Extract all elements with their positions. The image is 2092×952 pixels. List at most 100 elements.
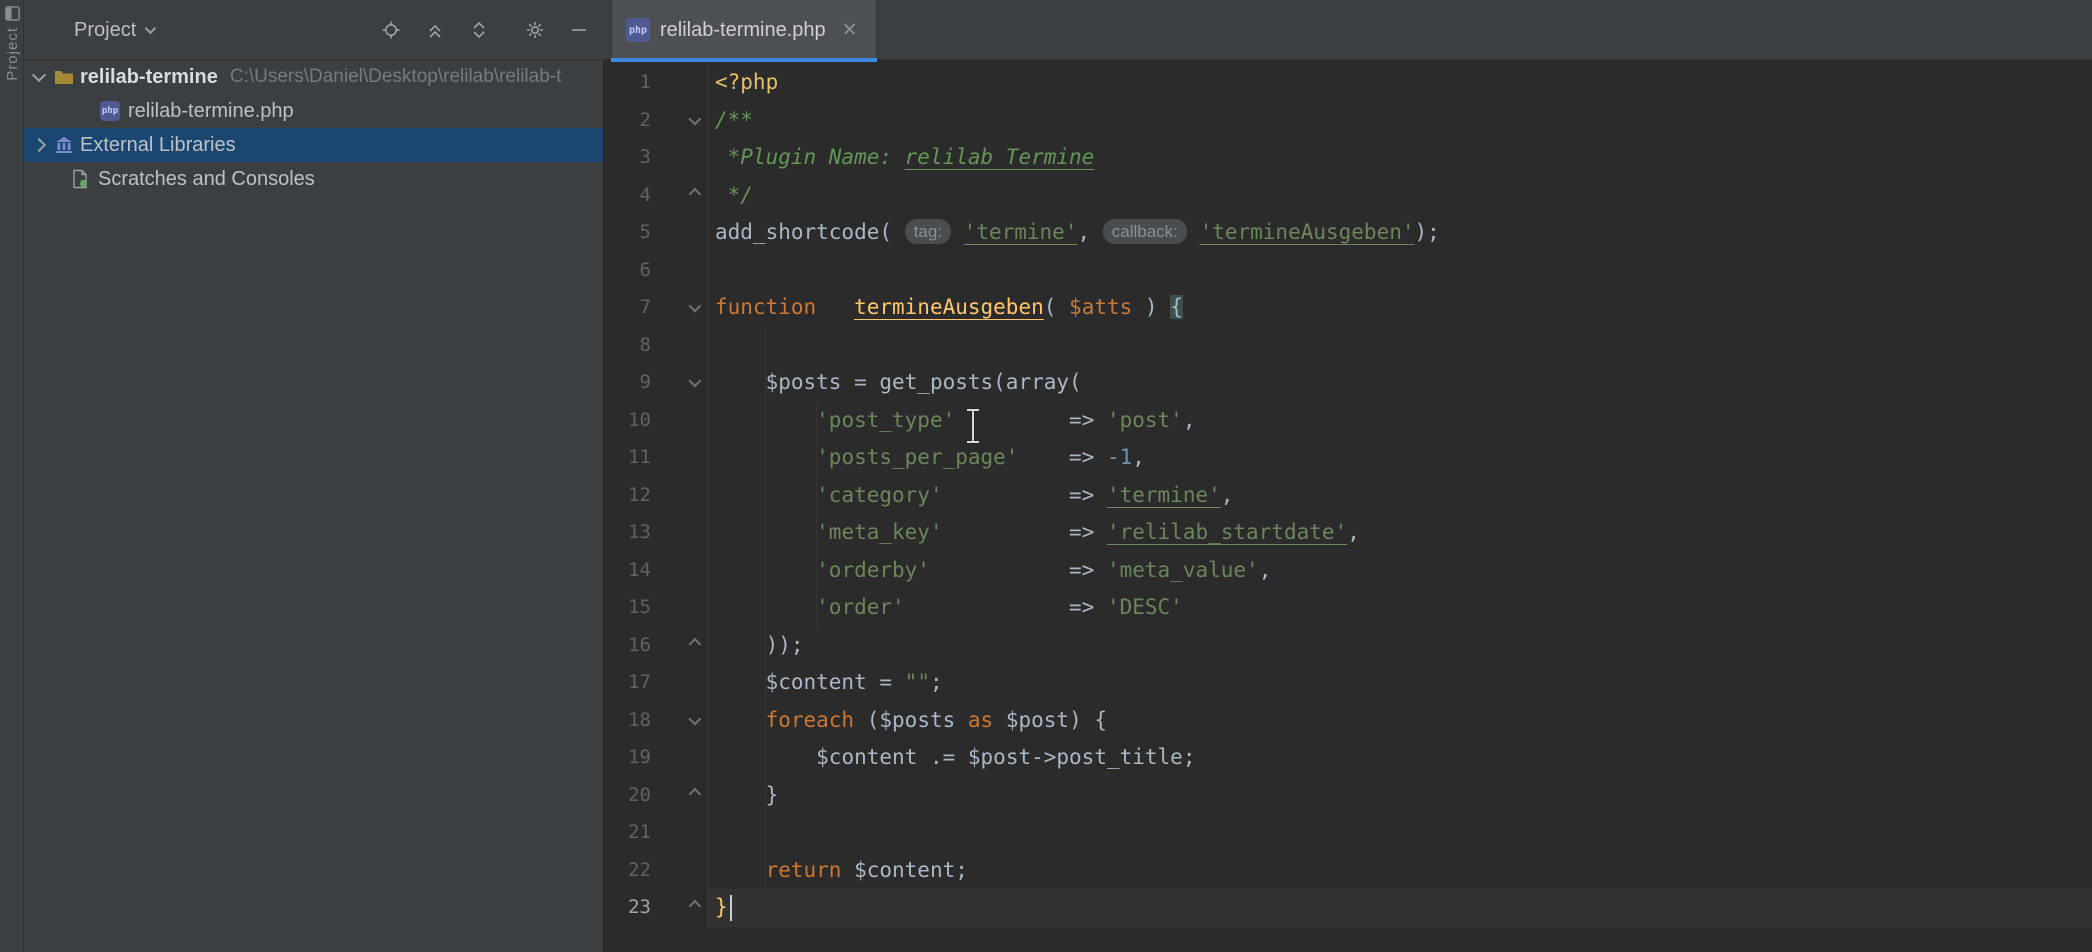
- code-token: [715, 670, 766, 694]
- fold-toggle-icon[interactable]: [651, 116, 707, 125]
- code-line[interactable]: 16 ));: [604, 627, 2092, 665]
- code-line[interactable]: 7function termineAusgeben( $atts ) {: [604, 289, 2092, 327]
- code-line[interactable]: 15 'order' => 'DESC': [604, 589, 2092, 627]
- gutter-cell: 2: [604, 102, 708, 140]
- chevron-collapsed-icon[interactable]: [32, 138, 46, 152]
- code-line[interactable]: 18 foreach ($posts as $post) {: [604, 702, 2092, 740]
- fold-toggle-icon[interactable]: [651, 903, 707, 912]
- code-line[interactable]: 23}: [604, 889, 2092, 927]
- code-token: "": [905, 670, 930, 694]
- code-line[interactable]: 22 return $content;: [604, 852, 2092, 890]
- collapse-all-icon[interactable]: [421, 16, 449, 44]
- code-line[interactable]: 6: [604, 252, 2092, 290]
- code-line[interactable]: 19 $content .= $post->post_title;: [604, 739, 2092, 777]
- code-token: 'relilab_startdate': [1107, 520, 1347, 544]
- code-token: ,: [1221, 483, 1234, 507]
- code-token: [715, 370, 766, 394]
- locate-icon[interactable]: [377, 16, 405, 44]
- chevron-expanded-icon[interactable]: [32, 68, 46, 82]
- gutter-cell: 3: [604, 139, 708, 177]
- mouse-text-cursor: [972, 411, 974, 441]
- line-number: 16: [604, 627, 651, 665]
- code-token: [993, 708, 1006, 732]
- gutter-cell: 8: [604, 327, 708, 365]
- php-file-icon: php: [100, 101, 120, 121]
- line-number: 14: [604, 552, 651, 590]
- code-line[interactable]: 20 }: [604, 777, 2092, 815]
- fold-toggle-icon[interactable]: [651, 191, 707, 200]
- hide-panel-icon[interactable]: [565, 16, 593, 44]
- code-line[interactable]: 5add_shortcode( tag: 'termine', callback…: [604, 214, 2092, 252]
- line-number: 17: [604, 664, 651, 702]
- code-editor[interactable]: 1<?php2/**3 *Plugin Name: relilab Termin…: [603, 60, 2092, 952]
- code-line[interactable]: 12 'category' => 'termine',: [604, 477, 2092, 515]
- code-token: ));: [715, 633, 804, 657]
- code-line[interactable]: 2/**: [604, 102, 2092, 140]
- code-line[interactable]: 8: [604, 327, 2092, 365]
- code-token: 'termine': [964, 220, 1078, 244]
- code-line[interactable]: 10 'post_type' => 'post',: [604, 402, 2092, 440]
- expand-all-icon[interactable]: [465, 16, 493, 44]
- tool-window-icon: [5, 6, 20, 21]
- code-text: *Plugin Name: relilab Termine: [708, 139, 2092, 177]
- code-token: return: [766, 858, 842, 882]
- code-text: }: [708, 777, 2092, 815]
- project-panel-title[interactable]: Project: [74, 0, 153, 60]
- tab-close-icon[interactable]: ✕: [842, 19, 858, 42]
- tab-relilab-termine-php[interactable]: php relilab-termine.php ✕: [611, 0, 877, 60]
- line-number: 23: [604, 889, 651, 927]
- line-number: 7: [604, 289, 651, 327]
- code-token: [715, 483, 816, 507]
- code-line[interactable]: 11 'posts_per_page' => -1,: [604, 439, 2092, 477]
- fold-toggle-icon[interactable]: [651, 791, 707, 800]
- tool-strip-label: Project: [4, 27, 21, 81]
- tree-item-root-folder[interactable]: relilab-termine C:\Users\Daniel\Desktop\…: [24, 60, 603, 94]
- line-number: 6: [604, 252, 651, 290]
- code-line[interactable]: 21: [604, 814, 2092, 852]
- line-number: 11: [604, 439, 651, 477]
- gutter-cell: 19: [604, 739, 708, 777]
- code-token: [715, 745, 816, 769]
- code-text: ));: [708, 627, 2092, 665]
- code-text: $content .= $post->post_title;: [708, 739, 2092, 777]
- code-line[interactable]: 14 'orderby' => 'meta_value',: [604, 552, 2092, 590]
- gutter-cell: 17: [604, 664, 708, 702]
- line-number: 10: [604, 402, 651, 440]
- code-token: [955, 708, 968, 732]
- code-token: *Plugin Name:: [715, 145, 905, 169]
- project-tool-window-button[interactable]: Project: [0, 0, 24, 81]
- fold-toggle-icon[interactable]: [651, 716, 707, 725]
- code-line[interactable]: 13 'meta_key' => 'relilab_startdate',: [604, 514, 2092, 552]
- gutter-cell: 23: [604, 889, 708, 927]
- code-line[interactable]: 17 $content = "";: [604, 664, 2092, 702]
- code-area[interactable]: 1<?php2/**3 *Plugin Name: relilab Termin…: [604, 64, 2092, 927]
- line-number: 9: [604, 364, 651, 402]
- code-token: ): [1132, 295, 1170, 319]
- code-token: foreach: [766, 708, 855, 732]
- code-token: [1187, 220, 1200, 244]
- fold-toggle-icon[interactable]: [651, 303, 707, 312]
- libraries-icon: [54, 135, 74, 155]
- fold-toggle-icon[interactable]: [651, 641, 707, 650]
- code-token: =>: [1018, 445, 1107, 469]
- tree-item-php-file[interactable]: php relilab-termine.php: [24, 94, 603, 128]
- tree-item-external-libraries[interactable]: External Libraries: [24, 128, 603, 162]
- gutter-cell: 22: [604, 852, 708, 890]
- line-number: 12: [604, 477, 651, 515]
- gutter-cell: 11: [604, 439, 708, 477]
- code-line[interactable]: 4 */: [604, 177, 2092, 215]
- code-token: 'category': [816, 483, 942, 507]
- code-token: 'orderby': [816, 558, 930, 582]
- fold-toggle-icon[interactable]: [651, 378, 707, 387]
- code-token: $post: [968, 745, 1031, 769]
- code-token: ,: [1132, 445, 1145, 469]
- code-line[interactable]: 9 $posts = get_posts(array(: [604, 364, 2092, 402]
- code-token: [715, 408, 816, 432]
- settings-gear-icon[interactable]: [521, 16, 549, 44]
- code-token: {: [1170, 295, 1183, 319]
- tree-item-scratches[interactable]: Scratches and Consoles: [24, 162, 603, 196]
- code-line[interactable]: 3 *Plugin Name: relilab Termine: [604, 139, 2092, 177]
- code-token: ,: [1259, 558, 1272, 582]
- code-token: =>: [955, 408, 1107, 432]
- code-line[interactable]: 1<?php: [604, 64, 2092, 102]
